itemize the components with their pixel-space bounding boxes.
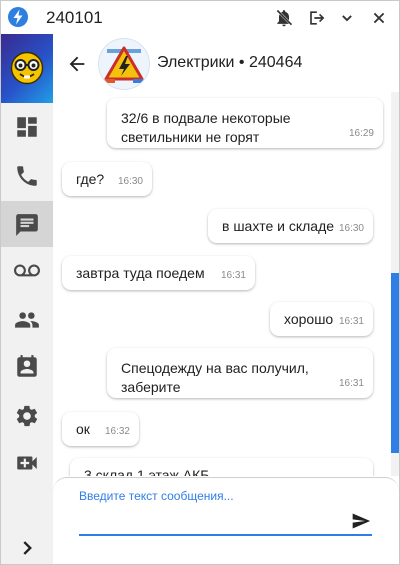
message-time: 16:30 bbox=[338, 223, 364, 234]
nav-video-call[interactable] bbox=[1, 439, 53, 485]
close-icon[interactable] bbox=[369, 8, 389, 28]
message-incoming[interactable]: завтра туда поедем 16:31 bbox=[62, 256, 255, 290]
phone-icon bbox=[17, 166, 37, 186]
message-outgoing[interactable]: хорошо 16:31 bbox=[270, 302, 373, 336]
nav-contacts[interactable] bbox=[1, 296, 53, 342]
message-text-line: 3 склад 1 этаж АКБ bbox=[84, 467, 210, 476]
app-window: 240101 Электрики • 240464 32/6 в подвале… bbox=[0, 0, 400, 565]
contact-card-icon bbox=[17, 355, 37, 377]
message-time: 16:30 bbox=[117, 176, 143, 187]
dashboard-icon bbox=[17, 117, 37, 137]
title-bar: 240101 bbox=[1, 1, 399, 34]
nav-dashboard[interactable] bbox=[1, 103, 53, 149]
message-incoming[interactable]: где? 16:30 bbox=[62, 162, 152, 196]
message-text-line: завтра туда поедем bbox=[76, 265, 205, 281]
contact-avatar[interactable] bbox=[98, 38, 150, 90]
chat-header: Электрики • 240464 bbox=[53, 34, 399, 92]
message-time: 16:32 bbox=[104, 426, 130, 437]
minimize-chevron-icon[interactable] bbox=[337, 8, 357, 28]
sidebar bbox=[1, 34, 53, 564]
message-text-line: хорошо bbox=[284, 311, 334, 327]
settings-icon bbox=[16, 405, 38, 427]
message-incoming[interactable]: ок 16:32 bbox=[62, 412, 139, 446]
electric-hazard-icon bbox=[104, 46, 144, 83]
message-text-line: заберите bbox=[121, 379, 181, 395]
message-text-line: светильники не горят bbox=[121, 129, 260, 145]
nav-chats[interactable] bbox=[1, 201, 53, 247]
message-input[interactable]: Введите текст сообщения... bbox=[79, 489, 372, 536]
message-composer: Введите текст сообщения... bbox=[53, 477, 399, 564]
video-call-icon bbox=[17, 456, 37, 470]
back-arrow-icon[interactable] bbox=[66, 53, 88, 75]
message-time: 16:31 bbox=[338, 316, 364, 327]
chat-icon bbox=[16, 214, 38, 236]
message-text-line: ок bbox=[76, 421, 90, 437]
send-icon[interactable] bbox=[351, 511, 371, 531]
window-title: 240101 bbox=[46, 8, 103, 27]
logout-icon[interactable] bbox=[306, 8, 326, 28]
chevron-right-icon bbox=[23, 541, 32, 555]
nav-voicemail[interactable] bbox=[1, 247, 53, 293]
nerd-face-icon bbox=[10, 51, 44, 85]
message-text-line: Спецодежду на вас получил, bbox=[121, 360, 309, 376]
message-incoming[interactable]: 3 склад 1 этаж АКБ bbox=[70, 458, 373, 476]
mute-notifications-icon[interactable] bbox=[274, 8, 294, 28]
sidebar-expand-button[interactable] bbox=[1, 524, 53, 564]
chat-title: Электрики • 240464 bbox=[157, 54, 303, 71]
message-time: 16:29 bbox=[348, 128, 374, 139]
message-outgoing[interactable]: Спецодежду на вас получил, заберите 16:3… bbox=[107, 348, 373, 398]
message-text-line: где? bbox=[76, 171, 105, 187]
scrollbar-thumb[interactable] bbox=[391, 273, 399, 453]
message-text-line: 32/6 в подвале некоторые bbox=[121, 110, 291, 126]
message-text-line: в шахте и складе bbox=[222, 218, 335, 234]
message-input-placeholder: Введите текст сообщения... bbox=[79, 489, 234, 503]
user-avatar[interactable] bbox=[1, 34, 53, 103]
message-list: 32/6 в подвале некоторые светильники не … bbox=[53, 92, 391, 476]
voicemail-icon bbox=[14, 264, 40, 277]
message-time: 16:31 bbox=[220, 270, 246, 281]
contacts-icon bbox=[15, 312, 39, 328]
message-outgoing[interactable]: 32/6 в подвале некоторые светильники не … bbox=[107, 98, 383, 148]
nav-calls[interactable] bbox=[1, 152, 53, 198]
message-time: 16:31 bbox=[338, 378, 364, 389]
app-logo-icon bbox=[8, 7, 28, 27]
message-outgoing[interactable]: в шахте и складе 16:30 bbox=[208, 209, 373, 243]
nav-contact-card[interactable] bbox=[1, 343, 53, 389]
nav-settings[interactable] bbox=[1, 392, 53, 438]
